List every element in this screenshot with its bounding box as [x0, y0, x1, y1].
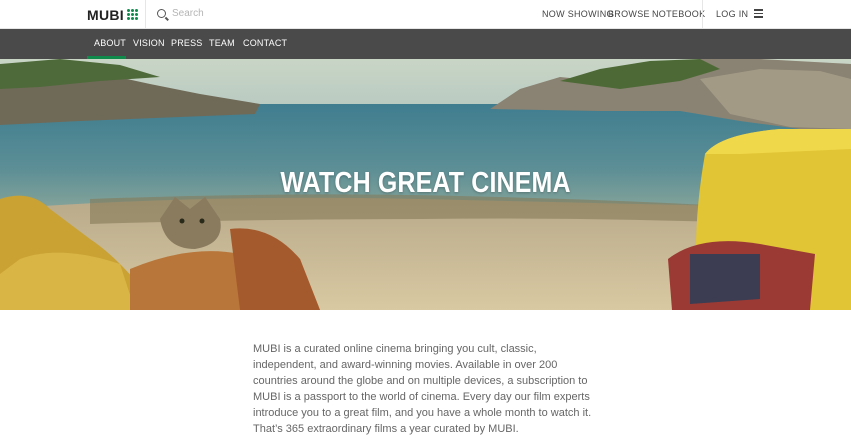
subnav-item-press[interactable]: PRESS: [171, 38, 203, 48]
search-box[interactable]: [157, 8, 352, 19]
nav-notebook[interactable]: NOTEBOOK: [652, 9, 705, 19]
top-bar: MUBI NOW SHOWING BROWSE NOTEBOOK LOG IN: [0, 0, 851, 29]
mubi-logo[interactable]: MUBI: [87, 6, 138, 23]
subnav-item-team[interactable]: TEAM: [209, 38, 235, 48]
intro-paragraph: MUBI is a curated online cinema bringing…: [253, 343, 592, 435]
hero-title: WATCH GREAT CINEMA: [280, 167, 571, 199]
subnav-item-vision[interactable]: VISION: [133, 38, 165, 48]
divider: [702, 0, 703, 29]
hero-banner: WATCH GREAT CINEMA: [0, 59, 851, 310]
divider: [145, 0, 146, 29]
logo-text: MUBI: [87, 6, 124, 23]
nav-browse[interactable]: BROWSE: [608, 9, 650, 19]
subnav-item-about[interactable]: ABOUT: [94, 38, 126, 48]
login-link[interactable]: LOG IN: [716, 9, 748, 19]
about-subnav: ABOUT VISION PRESS TEAM CONTACT: [0, 29, 851, 59]
search-icon[interactable]: [157, 9, 166, 18]
search-input[interactable]: [172, 8, 352, 19]
subnav-item-contact[interactable]: CONTACT: [243, 38, 287, 48]
nav-now-showing[interactable]: NOW SHOWING: [542, 9, 614, 19]
menu-icon[interactable]: [754, 9, 763, 18]
logo-dots-icon: [126, 9, 138, 20]
